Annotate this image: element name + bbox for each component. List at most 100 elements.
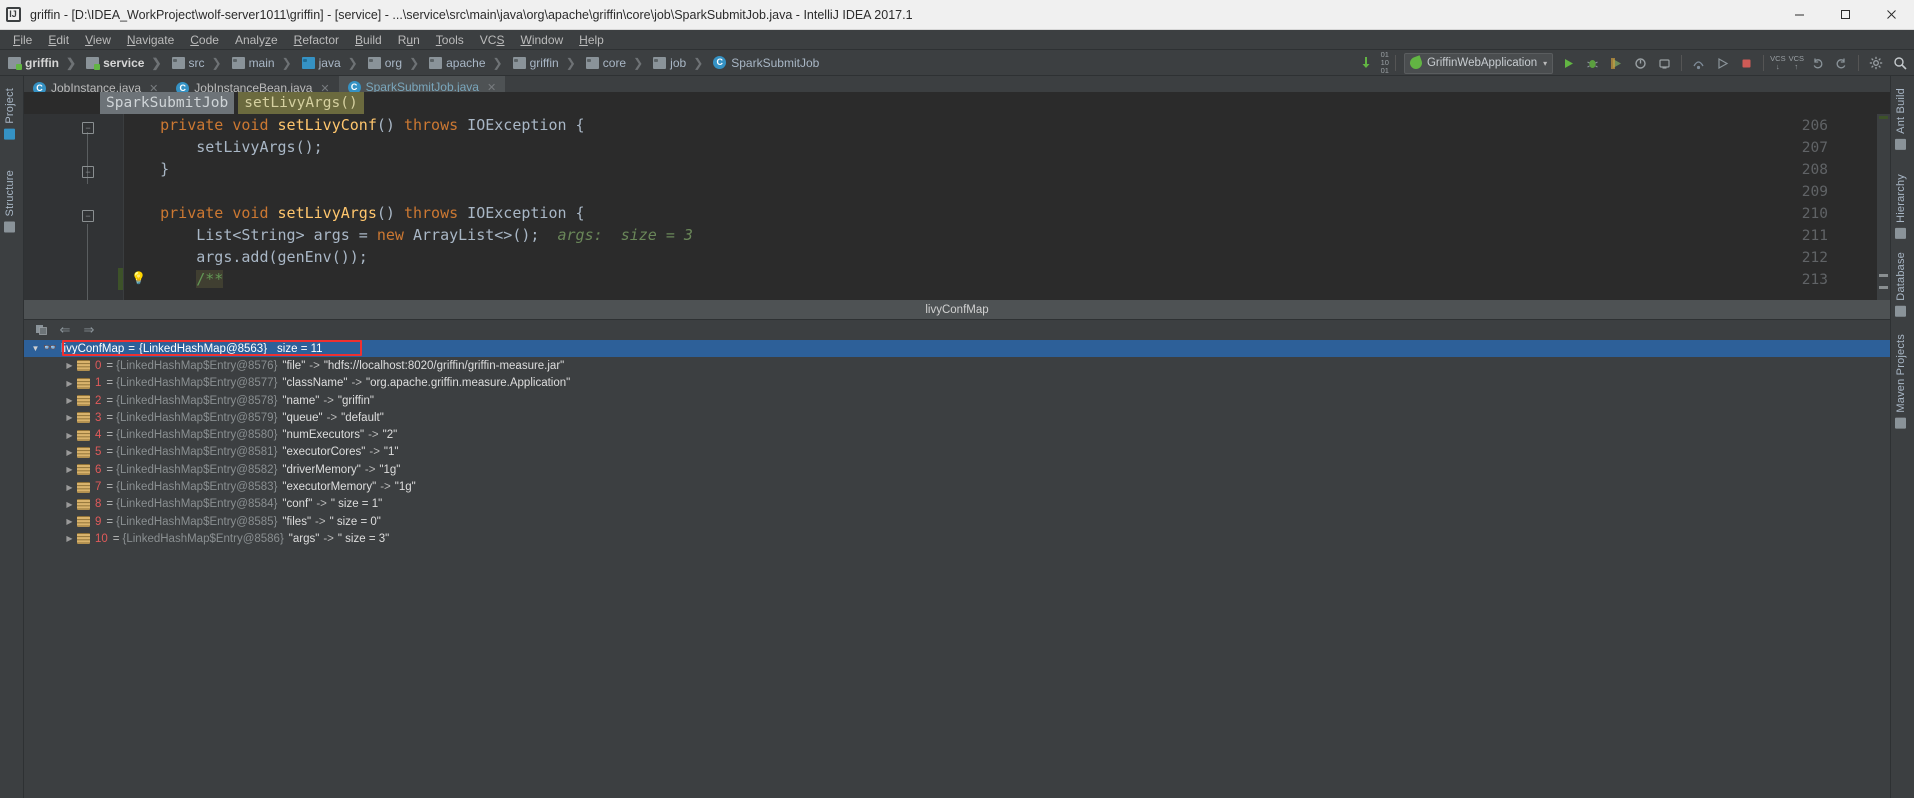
vcs-commit-button[interactable]: VCS ↑	[1789, 55, 1804, 71]
right-tool-window-bar: Ant Build Hierarchy Database Maven Proje…	[1890, 76, 1914, 798]
menu-file[interactable]: File	[5, 32, 40, 48]
sidebar-item-project[interactable]: Project	[0, 80, 20, 148]
menu-build[interactable]: Build	[347, 32, 390, 48]
expand-arrow-icon[interactable]: ▶	[64, 534, 75, 543]
fold-toggle-icon[interactable]: −	[82, 166, 94, 178]
modified-lines-marker[interactable]	[118, 268, 123, 290]
stop-button[interactable]	[1736, 53, 1757, 74]
attach-process-button[interactable]	[1654, 53, 1675, 74]
navigate-back-button[interactable]: ⇐	[58, 323, 72, 337]
editor-gutter[interactable]	[24, 114, 124, 300]
tree-row-entry-8[interactable]: ▶ 8 = {LinkedHashMap$Entry@8584} "conf" …	[24, 496, 1890, 513]
update-project-button[interactable]	[1357, 53, 1378, 74]
run-with-coverage-button[interactable]	[1606, 53, 1627, 74]
close-button[interactable]	[1868, 0, 1914, 30]
entry-value: " size = 1"	[330, 498, 383, 511]
breadcrumb-item-main[interactable]: main ❯	[230, 55, 300, 71]
maximize-button[interactable]	[1822, 0, 1868, 30]
breadcrumb-item-src[interactable]: src ❯	[170, 55, 230, 71]
copy-value-button[interactable]	[34, 323, 48, 337]
editor-scrollbar[interactable]	[1877, 114, 1890, 300]
debug-button[interactable]	[1582, 53, 1603, 74]
breadcrumb-item-core[interactable]: core ❯	[584, 55, 651, 71]
run-configuration-selector[interactable]: GriffinWebApplication ▾	[1403, 52, 1554, 74]
tree-row-entry-6[interactable]: ▶ 6 = {LinkedHashMap$Entry@8582} "driver…	[24, 461, 1890, 478]
breadcrumb-class[interactable]: SparkSubmitJob	[100, 92, 235, 115]
settings-button[interactable]	[1865, 53, 1886, 74]
tree-row-entry-9[interactable]: ▶ 9 = {LinkedHashMap$Entry@8585} "files"…	[24, 513, 1890, 530]
expand-arrow-icon[interactable]: ▶	[64, 431, 75, 440]
menu-edit[interactable]: Edit	[40, 32, 77, 48]
expand-arrow-icon[interactable]: ▶	[64, 396, 75, 405]
toolbar-divider	[1394, 55, 1396, 71]
tree-row-entry-2[interactable]: ▶ 2 = {LinkedHashMap$Entry@8578} "name" …	[24, 392, 1890, 409]
menu-code[interactable]: Code	[182, 32, 227, 48]
expand-arrow-icon[interactable]: ▶	[64, 448, 75, 457]
menu-analyze[interactable]: Analyze	[227, 32, 286, 48]
menu-navigate[interactable]: Navigate	[119, 32, 182, 48]
expand-arrow-icon[interactable]: ▶	[64, 413, 75, 422]
chevron-down-icon: ▾	[1543, 58, 1548, 68]
menu-refactor[interactable]: Refactor	[286, 32, 347, 48]
code-editor[interactable]: SparkSubmitJob setLivyArgs() 206 − priva…	[24, 92, 1890, 300]
breadcrumb-method[interactable]: setLivyArgs()	[238, 92, 364, 115]
entry-value: "hdfs://localhost:8020/griffin/griffin-m…	[323, 359, 565, 372]
vcs-update-button[interactable]: VCS ↓	[1770, 55, 1785, 71]
expand-arrow-icon[interactable]: ▶	[64, 379, 75, 388]
sidebar-item-structure[interactable]: Structure	[0, 162, 20, 240]
minimize-button[interactable]	[1776, 0, 1822, 30]
breadcrumb-item-griffin[interactable]: griffin ❯	[6, 55, 84, 71]
expand-arrow-icon[interactable]: ▶	[64, 361, 75, 370]
tree-row-entry-0[interactable]: ▶ 0 = {LinkedHashMap$Entry@8576} "file" …	[24, 357, 1890, 374]
menu-vcs[interactable]: VCS	[472, 32, 513, 48]
breadcrumb-item-job[interactable]: job ❯	[651, 55, 711, 71]
sidebar-item-ant-build[interactable]: Ant Build	[1891, 80, 1911, 158]
expand-arrow-icon[interactable]: ▼	[30, 344, 41, 353]
tree-row-root[interactable]: ▼ 👓 livyConfMap = {LinkedHashMap@8563} s…	[24, 340, 1890, 358]
database-icon	[1895, 305, 1907, 317]
breadcrumb-separator: ❯	[492, 55, 503, 70]
fold-toggle-icon[interactable]: −	[82, 122, 94, 134]
search-everywhere-button[interactable]	[1889, 53, 1910, 74]
search-icon	[1893, 57, 1907, 70]
breadcrumb-item-apache[interactable]: apache ❯	[427, 55, 510, 71]
tree-row-entry-10[interactable]: ▶ 10 = {LinkedHashMap$Entry@8586} "args"…	[24, 530, 1890, 547]
entry-index: 6	[95, 463, 102, 476]
code-area[interactable]: 206 − private void setLivyConf() throws …	[24, 114, 1890, 300]
menu-window[interactable]: Window	[512, 32, 571, 48]
breadcrumb-item-service[interactable]: service ❯	[84, 55, 169, 71]
tree-row-entry-3[interactable]: ▶ 3 = {LinkedHashMap$Entry@8579} "queue"…	[24, 409, 1890, 426]
tree-row-entry-7[interactable]: ▶ 7 = {LinkedHashMap$Entry@8583} "execut…	[24, 478, 1890, 495]
run-button[interactable]	[1558, 53, 1579, 74]
expand-arrow-icon[interactable]: ▶	[64, 500, 75, 509]
menu-view[interactable]: View	[77, 32, 119, 48]
breadcrumb-item-griffin-pkg[interactable]: griffin ❯	[511, 55, 584, 71]
fold-toggle-icon[interactable]: −	[82, 210, 94, 222]
sidebar-item-hierarchy[interactable]: Hierarchy	[1891, 166, 1911, 247]
menu-run[interactable]: Run	[390, 32, 428, 48]
entry-reference: {LinkedHashMap$Entry@8585}	[116, 515, 278, 528]
resume-program-button[interactable]	[1712, 53, 1733, 74]
close-icon	[1886, 10, 1896, 19]
tree-row-entry-1[interactable]: ▶ 1 = {LinkedHashMap$Entry@8577} "classN…	[24, 375, 1890, 392]
sidebar-item-maven-projects[interactable]: Maven Projects	[1891, 326, 1911, 437]
navigate-forward-button[interactable]: ⇒	[82, 323, 96, 337]
debugger-variables-tree[interactable]: ▼ 👓 livyConfMap = {LinkedHashMap@8563} s…	[24, 340, 1890, 798]
undo-button[interactable]	[1807, 53, 1828, 74]
breadcrumb-item-java[interactable]: java ❯	[300, 55, 366, 71]
tree-row-entry-5[interactable]: ▶ 5 = {LinkedHashMap$Entry@8581} "execut…	[24, 444, 1890, 461]
redo-button[interactable]	[1831, 53, 1852, 74]
sidebar-item-database[interactable]: Database	[1891, 244, 1911, 325]
variable-reference: {LinkedHashMap@8563}	[139, 342, 268, 355]
expand-arrow-icon[interactable]: ▶	[64, 465, 75, 474]
tree-row-entry-4[interactable]: ▶ 4 = {LinkedHashMap$Entry@8580} "numExe…	[24, 426, 1890, 443]
breadcrumb-item-sparksubmitjob[interactable]: C SparkSubmitJob	[711, 55, 822, 71]
step-over-button[interactable]	[1688, 53, 1709, 74]
expand-arrow-icon[interactable]: ▶	[64, 483, 75, 492]
breadcrumb-item-org[interactable]: org ❯	[366, 55, 427, 71]
profile-button[interactable]	[1630, 53, 1651, 74]
menu-help[interactable]: Help	[571, 32, 612, 48]
menu-tools[interactable]: Tools	[428, 32, 472, 48]
expand-arrow-icon[interactable]: ▶	[64, 517, 75, 526]
entry-reference: {LinkedHashMap$Entry@8578}	[116, 394, 278, 407]
